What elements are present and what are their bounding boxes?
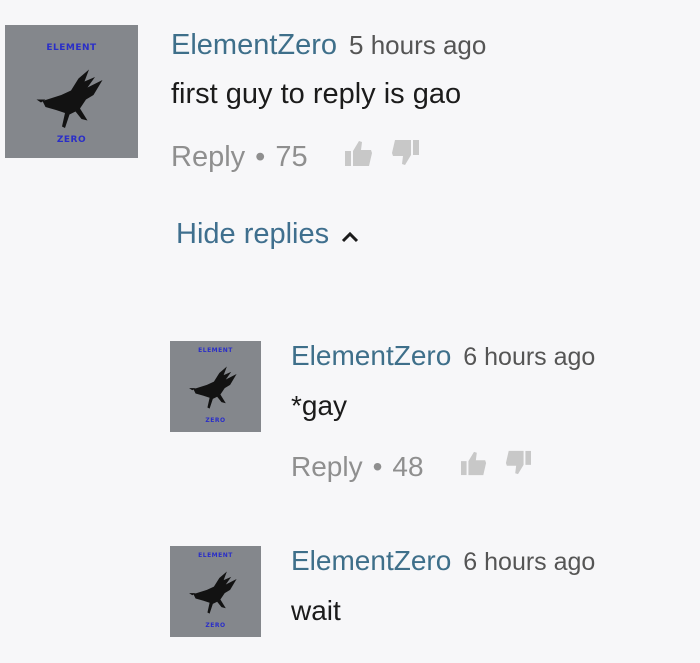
crow-icon bbox=[189, 571, 237, 614]
avatar[interactable]: ELEMENT ZERO bbox=[170, 546, 261, 637]
separator-dot: • bbox=[372, 450, 383, 482]
thumbs-up-icon[interactable] bbox=[344, 139, 374, 175]
avatar[interactable]: ELEMENT ZERO bbox=[170, 341, 261, 432]
avatar-bottom-text: ZERO bbox=[205, 417, 226, 424]
comment-text: first guy to reply is gao bbox=[171, 78, 462, 110]
crow-icon bbox=[189, 366, 237, 409]
avatar[interactable]: ELEMENT ZERO bbox=[5, 25, 138, 158]
thumbs-down-icon[interactable] bbox=[390, 139, 420, 175]
crow-icon bbox=[36, 69, 103, 128]
hide-replies-label: Hide replies bbox=[176, 218, 330, 250]
avatar-bottom-text: ZERO bbox=[56, 135, 87, 145]
reply-comment: ELEMENT ZERO ElementZero 6 hours ago *ga… bbox=[170, 340, 595, 483]
author-name[interactable]: ElementZero bbox=[291, 340, 451, 372]
comment: ELEMENT ZERO ElementZero 5 hours ago fir… bbox=[5, 25, 486, 175]
chevron-up-icon bbox=[341, 218, 359, 251]
thumbs-up-icon[interactable] bbox=[460, 450, 488, 483]
avatar-top-text: ELEMENT bbox=[198, 347, 233, 354]
timestamp[interactable]: 5 hours ago bbox=[349, 30, 486, 61]
comment-text: wait bbox=[291, 595, 341, 626]
avatar-top-text: ELEMENT bbox=[198, 552, 233, 559]
separator-dot: • bbox=[255, 140, 266, 173]
reply-comment: ELEMENT ZERO ElementZero 6 hours ago wai… bbox=[170, 545, 595, 637]
comment-text: *gay bbox=[291, 390, 348, 421]
thumbs-down-icon[interactable] bbox=[504, 450, 532, 483]
like-count: 48 bbox=[392, 450, 424, 482]
avatar-bottom-text: ZERO bbox=[205, 622, 226, 629]
reply-button[interactable]: Reply bbox=[171, 141, 245, 174]
timestamp[interactable]: 6 hours ago bbox=[463, 548, 595, 577]
author-name[interactable]: ElementZero bbox=[291, 545, 451, 577]
reply-button[interactable]: Reply bbox=[291, 451, 363, 483]
author-name[interactable]: ElementZero bbox=[171, 29, 337, 62]
hide-replies-button[interactable]: Hide replies bbox=[176, 218, 359, 251]
timestamp[interactable]: 6 hours ago bbox=[463, 343, 595, 372]
avatar-top-text: ELEMENT bbox=[46, 43, 97, 53]
like-count: 75 bbox=[275, 140, 308, 173]
